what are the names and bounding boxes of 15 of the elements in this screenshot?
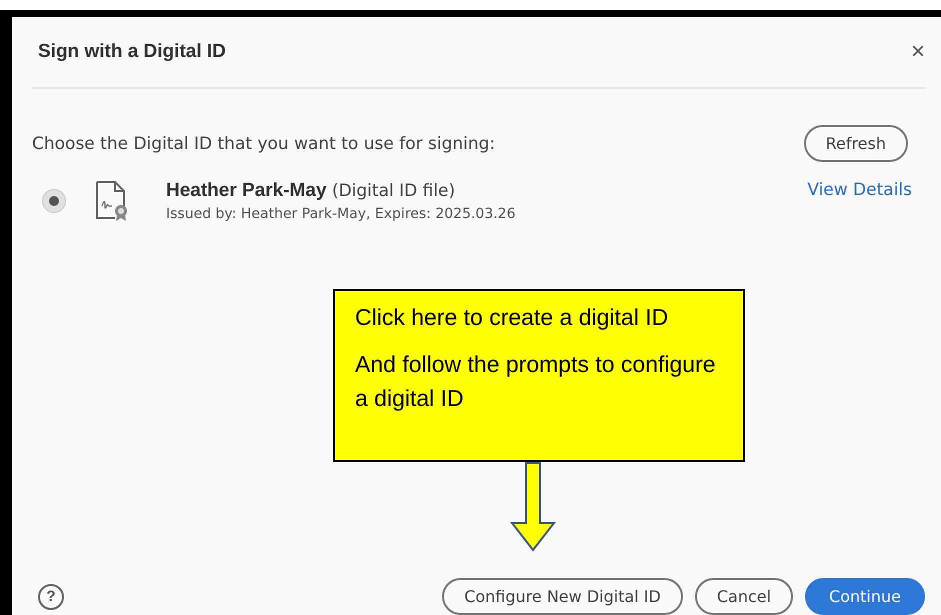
dialog-button[interactable]: Cancel <box>694 578 794 615</box>
continue-button[interactable]: Continue <box>805 578 925 615</box>
dialog-title: Sign with a Digital ID <box>37 41 226 63</box>
view-details-link[interactable]: View Details <box>807 180 912 200</box>
instruction-text: Choose the Digital ID that you want to use for signing: <box>32 134 496 154</box>
certificate-icon <box>94 180 130 222</box>
close-button[interactable]: × <box>910 38 925 66</box>
callout-text: And follow the prompts to configure a digital ID <box>355 350 717 413</box>
issuer-text: Issued by: Heather Park-May, Expires: 2025.03.26 <box>166 206 517 222</box>
refresh-button[interactable]: Refresh <box>804 125 908 162</box>
digital-id-name: Heather Park-May (Digital ID file) <box>166 180 456 202</box>
callout-text: Click here to create a digital ID <box>355 303 670 332</box>
radio-button[interactable] <box>42 189 66 213</box>
dialog-button[interactable]: Configure New Digital ID <box>442 578 683 615</box>
help-button[interactable]: ? <box>38 584 64 610</box>
